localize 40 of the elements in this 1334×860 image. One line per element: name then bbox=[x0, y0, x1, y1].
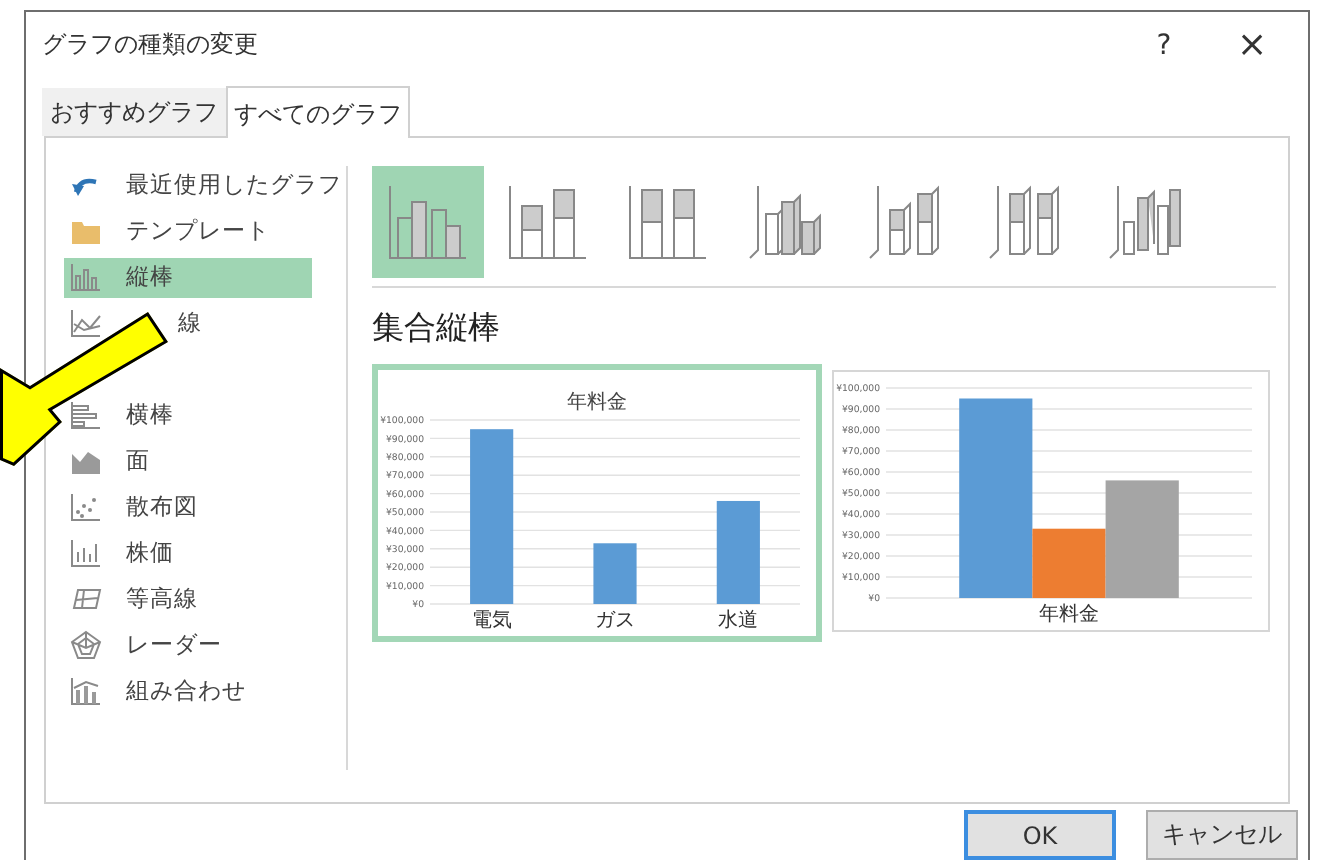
sidebar-item[interactable]: 横棒 bbox=[64, 395, 312, 436]
column-chart-icon bbox=[70, 262, 102, 293]
category-label: 年料金 bbox=[1039, 603, 1099, 626]
cancel-button[interactable]: キャンセル bbox=[1146, 810, 1298, 860]
help-button[interactable]: ? bbox=[1120, 29, 1208, 62]
sidebar-item[interactable]: 散布図 bbox=[64, 487, 312, 528]
clustered-column-icon bbox=[386, 181, 470, 262]
sidebar-item[interactable]: レーダー bbox=[64, 625, 312, 666]
stacked-column-icon bbox=[506, 181, 590, 262]
chart-title: 年料金 bbox=[567, 391, 627, 414]
sidebar-item[interactable]: 面 bbox=[64, 441, 312, 482]
stock-chart-icon bbox=[70, 538, 102, 569]
radar-chart-icon bbox=[70, 630, 102, 661]
combo-chart-icon bbox=[70, 676, 102, 707]
sidebar-item[interactable]: 最近使用したグラフ bbox=[64, 165, 342, 206]
sidebar-item[interactable]: 組み合わせ bbox=[64, 671, 312, 712]
sidebar-item[interactable]: 等高線 bbox=[64, 579, 312, 620]
sidebar-item[interactable]: 株価 bbox=[64, 533, 312, 574]
bar bbox=[593, 543, 637, 604]
category-label: 水道 bbox=[718, 609, 759, 632]
close-button[interactable]: × bbox=[1208, 24, 1296, 67]
bar-chart-icon bbox=[70, 400, 102, 431]
category-label: 電気 bbox=[471, 609, 512, 632]
bar bbox=[716, 500, 760, 604]
folder-icon bbox=[70, 216, 102, 247]
tab[interactable]: すべてのグラフ bbox=[226, 85, 410, 138]
area-chart-icon bbox=[70, 446, 102, 477]
tab[interactable]: おすすめグラフ bbox=[42, 87, 226, 136]
window-title: グラフの種類の変更 bbox=[42, 28, 260, 63]
ok-button[interactable]: OK bbox=[964, 810, 1116, 860]
sidebar-item[interactable]: 線 bbox=[64, 303, 312, 344]
surface-chart-icon bbox=[70, 584, 102, 615]
chart-subtype-button[interactable] bbox=[372, 165, 484, 278]
line-chart-icon bbox=[70, 308, 102, 339]
stacked-column-icon bbox=[626, 181, 710, 262]
scatter-chart-icon bbox=[70, 492, 102, 523]
subtype-title: 集合縦棒 bbox=[372, 307, 502, 350]
category-label: ガス bbox=[595, 609, 635, 632]
sidebar-item[interactable]: 縦棒 bbox=[64, 257, 312, 298]
sidebar-item[interactable]: テンプレート bbox=[64, 211, 312, 252]
